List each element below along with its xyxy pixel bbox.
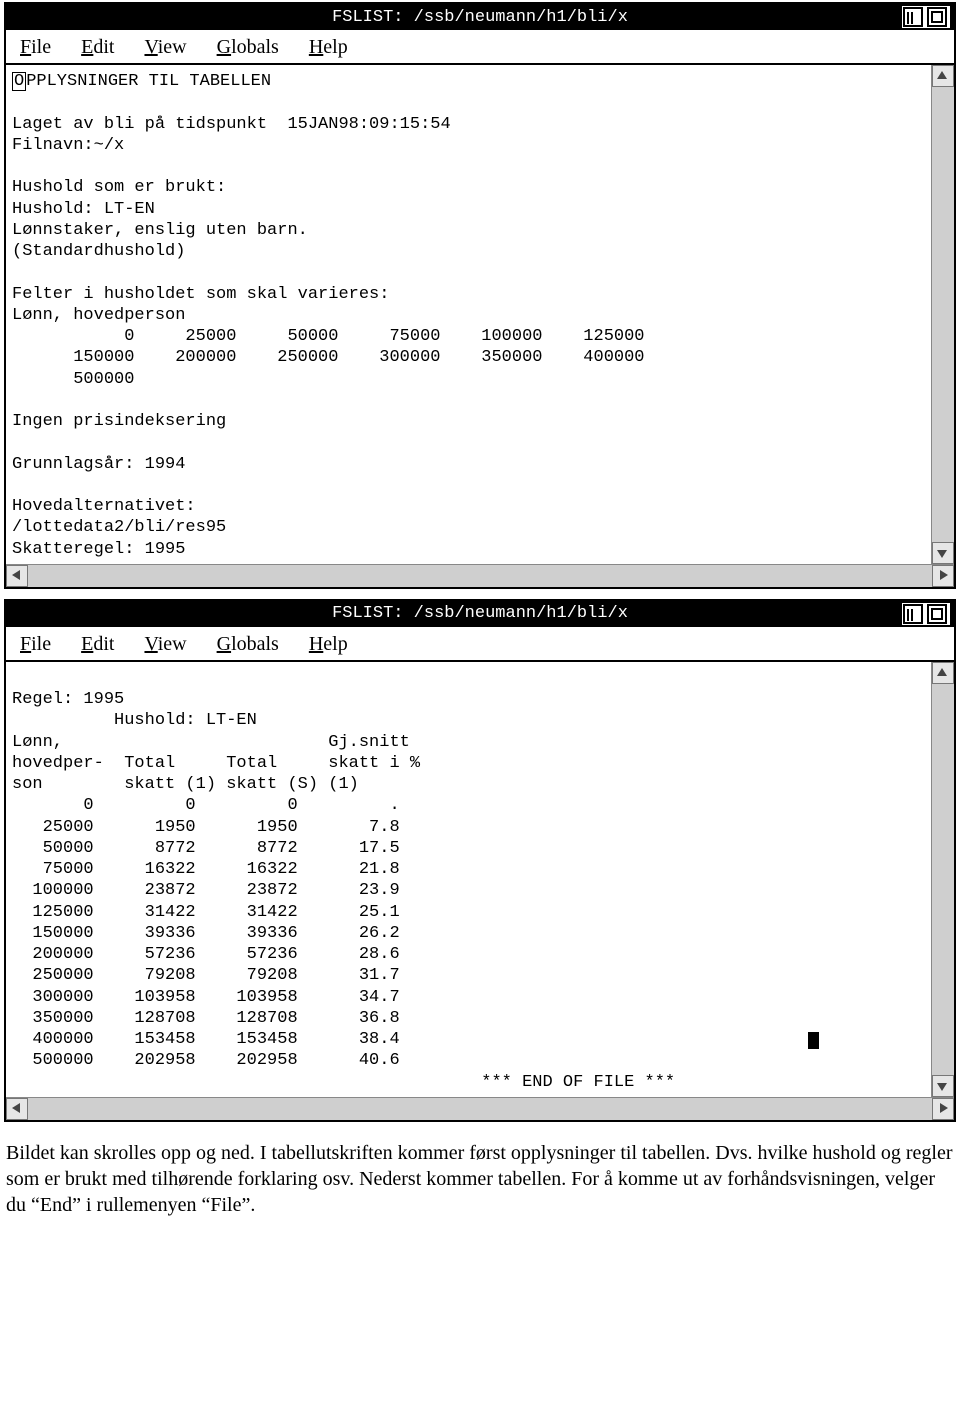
- fslist-window-2: FSLIST: /ssb/neumann/h1/bli/x File Edit Vi…: [4, 599, 956, 1122]
- scroll-right-arrow-icon[interactable]: [932, 565, 954, 587]
- text-line: Lønn, hovedperson: [12, 305, 927, 326]
- table-header-line: Regel: 1995: [12, 689, 927, 710]
- horizontal-scrollbar[interactable]: [6, 564, 954, 587]
- menubar: File Edit View Globals Help: [6, 30, 954, 65]
- text-line: [12, 475, 927, 496]
- scroll-down-arrow-icon[interactable]: [932, 1075, 954, 1097]
- menu-edit[interactable]: Edit: [81, 36, 114, 59]
- table-row: 300000 103958 103958 34.7: [12, 987, 927, 1008]
- window-icons: [902, 6, 950, 28]
- table-row: 0 0 0 .: [12, 795, 927, 816]
- horizontal-scrollbar[interactable]: [6, 1097, 954, 1120]
- scroll-right-arrow-icon[interactable]: [932, 1098, 954, 1120]
- table-row: 150000 39336 39336 26.2: [12, 923, 927, 944]
- text-line: Hushold som er brukt:: [12, 177, 927, 198]
- menu-view[interactable]: View: [144, 36, 186, 59]
- table-header-line: Lønn, Gj.snitt: [12, 732, 927, 753]
- text-line: 0 25000 50000 75000 100000 125000: [12, 326, 927, 347]
- table-row: 125000 31422 31422 25.1: [12, 902, 927, 923]
- text-line: Laget av bli på tidspunkt 15JAN98:09:15:…: [12, 114, 927, 135]
- text-line: [12, 156, 927, 177]
- table-row: 75000 16322 16322 21.8: [12, 859, 927, 880]
- fslist-window-1: FSLIST: /ssb/neumann/h1/bli/x File Edit Vi…: [4, 2, 956, 589]
- vertical-scrollbar[interactable]: [931, 662, 954, 1097]
- scroll-left-arrow-icon[interactable]: [6, 565, 28, 587]
- menu-view[interactable]: View: [144, 633, 186, 656]
- text-line: 500000: [12, 369, 927, 390]
- table-header-line: hovedper- Total Total skatt i %: [12, 753, 927, 774]
- content: OPPLYSNINGER TIL TABELLEN Laget av bli p…: [6, 65, 931, 564]
- text-line: OPPLYSNINGER TIL TABELLEN: [12, 71, 927, 92]
- text-line: [12, 432, 927, 453]
- window-title: FSLIST: /ssb/neumann/h1/bli/x: [6, 8, 954, 27]
- text-line: Hushold: LT-EN: [12, 199, 927, 220]
- text-line: (Standardhushold): [12, 241, 927, 262]
- text-line: Felter i husholdet som skal varieres:: [12, 284, 927, 305]
- table-header-line: son skatt (1) skatt (S) (1): [12, 774, 927, 795]
- text-line: Skatteregel: 1995: [12, 539, 927, 560]
- table-row: 100000 23872 23872 23.9: [12, 880, 927, 901]
- table-row: 200000 57236 57236 28.6: [12, 944, 927, 965]
- table-row: 25000 1950 1950 7.8: [12, 817, 927, 838]
- vertical-scrollbar[interactable]: [931, 65, 954, 564]
- content: Regel: 1995 Hushold: LT-ENLønn, Gj.snitt…: [6, 662, 931, 1097]
- scroll-down-arrow-icon[interactable]: [932, 542, 954, 564]
- text-line: Filnavn:~/x: [12, 135, 927, 156]
- table-row: 400000 153458 153458 38.4: [12, 1029, 927, 1050]
- text-line: /lottedata2/bli/res95: [12, 517, 927, 538]
- titlebar: FSLIST: /ssb/neumann/h1/bli/x: [6, 601, 954, 627]
- scroll-up-arrow-icon[interactable]: [932, 65, 954, 87]
- text-line: Hovedalternativet:: [12, 496, 927, 517]
- table-row: 500000 202958 202958 40.6: [12, 1050, 927, 1071]
- menu-globals[interactable]: Globals: [217, 633, 279, 656]
- text-line: Grunnlagsår: 1994: [12, 454, 927, 475]
- titlebar: FSLIST: /ssb/neumann/h1/bli/x: [6, 4, 954, 30]
- menu-globals[interactable]: Globals: [217, 36, 279, 59]
- text-line: Ingen prisindeksering: [12, 411, 927, 432]
- text-line: [12, 262, 927, 283]
- window-icons: [902, 603, 950, 625]
- menu-edit[interactable]: Edit: [81, 633, 114, 656]
- menu-help[interactable]: Help: [309, 36, 348, 59]
- text-line: Lønnstaker, enslig uten barn.: [12, 220, 927, 241]
- end-of-file-marker: *** END OF FILE ***: [12, 1072, 927, 1093]
- scroll-up-arrow-icon[interactable]: [932, 662, 954, 684]
- text-line: 150000 200000 250000 300000 350000 40000…: [12, 347, 927, 368]
- text-line: [12, 92, 927, 113]
- menu-file[interactable]: File: [20, 633, 51, 656]
- table-header-line: Hushold: LT-EN: [12, 710, 927, 731]
- text-line: [12, 390, 927, 411]
- caption-text: Bildet kan skrolles opp og ned. I tabell…: [0, 1132, 960, 1230]
- menu-file[interactable]: File: [20, 36, 51, 59]
- table-row: 50000 8772 8772 17.5: [12, 838, 927, 859]
- text-cursor: [808, 1032, 819, 1049]
- menubar: File Edit View Globals Help: [6, 627, 954, 662]
- window-title: FSLIST: /ssb/neumann/h1/bli/x: [6, 604, 954, 623]
- table-row: 350000 128708 128708 36.8: [12, 1008, 927, 1029]
- menu-help[interactable]: Help: [309, 633, 348, 656]
- scroll-left-arrow-icon[interactable]: [6, 1098, 28, 1120]
- table-row: 250000 79208 79208 31.7: [12, 965, 927, 986]
